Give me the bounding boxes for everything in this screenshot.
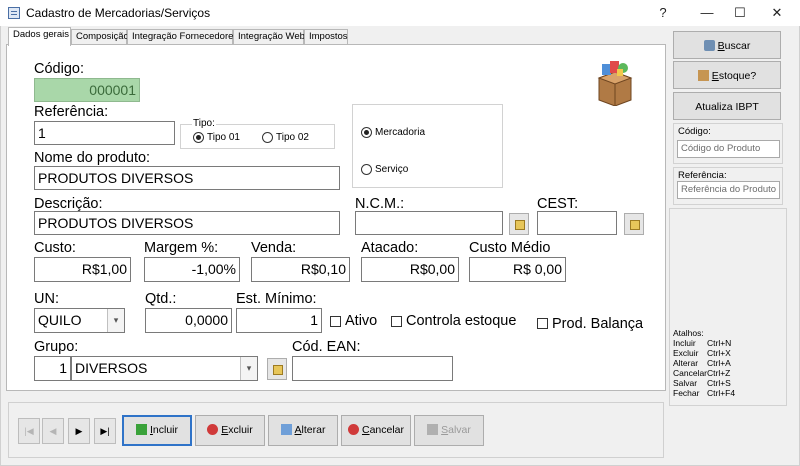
shortcut-row: Fechar Ctrl+F4 <box>673 388 736 398</box>
save-icon <box>427 424 439 435</box>
atualiza-ibpt-button[interactable]: Atualiza IBPT <box>673 92 781 120</box>
venda-label: Venda: <box>251 240 297 256</box>
referencia-input[interactable]: 1 <box>34 121 175 145</box>
prod-balanca-label[interactable]: Prod. Balança <box>552 316 643 333</box>
mercadoria-radio[interactable] <box>361 127 372 138</box>
tipo-label: Tipo: <box>192 118 216 130</box>
first-record-button[interactable]: |◀ <box>18 418 40 444</box>
qtd-label: Qtd.: <box>145 291 177 307</box>
next-record-button[interactable]: ▶ <box>68 418 90 444</box>
edit-icon <box>280 424 292 435</box>
product-box-icon <box>596 60 634 107</box>
controla-estoque-label[interactable]: Controla estoque <box>406 313 516 330</box>
title-bar: Cadastro de Mercadorias/Serviços ? — ☐ ✕ <box>0 0 800 26</box>
un-value: QUILO <box>38 312 82 328</box>
minimize-button[interactable]: — <box>690 0 724 26</box>
qtd-input[interactable]: 0,0000 <box>145 308 232 333</box>
ncm-input[interactable] <box>355 211 503 235</box>
un-label: UN: <box>34 291 59 307</box>
mercadoria-label[interactable]: Mercadoria <box>375 127 425 139</box>
cancelar-button[interactable]: Cancelar <box>341 415 411 446</box>
sidebar-codigo-input[interactable]: Código do Produto <box>677 140 780 158</box>
alterar-button[interactable]: Alterar <box>268 415 338 446</box>
servico-radio[interactable] <box>361 164 372 175</box>
binoculars-icon <box>703 40 715 51</box>
boxes-icon <box>697 70 709 81</box>
grupo-dropdown-icon[interactable]: ▾ <box>240 357 257 380</box>
ean-label: Cód. EAN: <box>292 339 361 355</box>
ativo-label[interactable]: Ativo <box>345 313 377 330</box>
custo-medio-label: Custo Médio <box>469 240 551 256</box>
descricao-input[interactable]: PRODUTOS DIVERSOS <box>34 211 340 235</box>
venda-input[interactable]: R$0,10 <box>251 257 350 282</box>
margem-label: Margem %: <box>144 240 219 256</box>
controla-estoque-checkbox[interactable] <box>391 316 402 327</box>
plus-icon <box>135 424 147 435</box>
delete-icon <box>207 424 219 435</box>
shortcut-row: Alterar Ctrl+A <box>673 358 731 368</box>
ean-input[interactable] <box>292 356 453 381</box>
est-minimo-label: Est. Mínimo: <box>236 291 317 307</box>
custo-input[interactable]: R$1,00 <box>34 257 131 282</box>
tipo-02-radio[interactable] <box>262 132 273 143</box>
cest-lookup-icon[interactable] <box>624 213 644 235</box>
margem-input[interactable]: -1,00% <box>144 257 240 282</box>
un-dropdown-icon[interactable]: ▾ <box>107 309 124 332</box>
buscar-button[interactable]: Buscar <box>673 31 781 59</box>
close-button[interactable]: ✕ <box>760 0 794 26</box>
sidebar-codigo-label: Código: <box>678 126 711 137</box>
cest-input[interactable] <box>537 211 617 235</box>
grupo-value: DIVERSOS <box>75 360 148 376</box>
incluir-button[interactable]: Incluir <box>122 415 192 446</box>
codigo-label: Código: <box>34 61 84 77</box>
tab-composicao[interactable]: Composição <box>71 29 129 44</box>
prod-balanca-checkbox[interactable] <box>537 318 548 329</box>
tab-integracao-fornecedores[interactable]: Integração Fornecedores <box>127 29 238 44</box>
grupo-select[interactable]: DIVERSOS ▾ <box>71 356 258 381</box>
nome-produto-input[interactable]: PRODUTOS DIVERSOS <box>34 166 340 190</box>
atacado-input[interactable]: R$0,00 <box>361 257 459 282</box>
grupo-lookup-icon[interactable] <box>267 358 287 380</box>
tipo-01-label[interactable]: Tipo 01 <box>207 132 240 144</box>
shortcuts-list: Incluir Ctrl+N Excluir Ctrl+X Alterar Ctrl+… <box>673 338 735 398</box>
shortcut-row: Excluir Ctrl+X <box>673 348 731 358</box>
ativo-checkbox[interactable] <box>330 316 341 327</box>
previous-record-button[interactable]: ◀ <box>42 418 64 444</box>
shortcuts-title: Atalhos: <box>673 328 704 338</box>
cancel-icon <box>347 424 359 435</box>
atacado-label: Atacado: <box>361 240 419 256</box>
tab-integracao-web[interactable]: Integração Web <box>233 29 305 44</box>
estoque-button[interactable]: Estoque? <box>673 61 781 89</box>
grupo-code-input[interactable]: 1 <box>34 356 71 381</box>
shortcut-row: Salvar Ctrl+S <box>673 378 731 388</box>
nome-produto-label: Nome do produto: <box>34 150 151 166</box>
shortcut-row: Incluir Ctrl+N <box>673 338 732 348</box>
referencia-label: Referência: <box>34 104 109 120</box>
est-minimo-input[interactable]: 1 <box>236 308 322 333</box>
shortcut-row: CancelarCtrl+Z <box>673 368 731 378</box>
excluir-button[interactable]: Excluir <box>195 415 265 446</box>
tipo-01-radio[interactable] <box>193 132 204 143</box>
custo-medio-input[interactable]: R$ 0,00 <box>469 257 566 282</box>
maximize-button[interactable]: ☐ <box>723 0 757 26</box>
codigo-field: 000001 <box>34 78 140 102</box>
grupo-label: Grupo: <box>34 339 79 355</box>
salvar-button[interactable]: Salvar <box>414 415 484 446</box>
custo-label: Custo: <box>34 240 76 256</box>
ncm-lookup-icon[interactable] <box>509 213 529 235</box>
sidebar-referencia-input[interactable]: Referência do Produto <box>677 181 780 199</box>
app-window-icon <box>8 7 20 19</box>
un-select[interactable]: QUILO ▾ <box>34 308 125 333</box>
tipo-02-label[interactable]: Tipo 02 <box>276 132 309 144</box>
window-title: Cadastro de Mercadorias/Serviços <box>26 6 211 20</box>
tab-dados-gerais[interactable]: Dados gerais <box>8 27 71 46</box>
help-button[interactable]: ? <box>646 0 680 26</box>
tab-impostos[interactable]: Impostos <box>304 29 348 44</box>
last-record-button[interactable]: ▶| <box>94 418 116 444</box>
servico-label[interactable]: Serviço <box>375 164 408 176</box>
